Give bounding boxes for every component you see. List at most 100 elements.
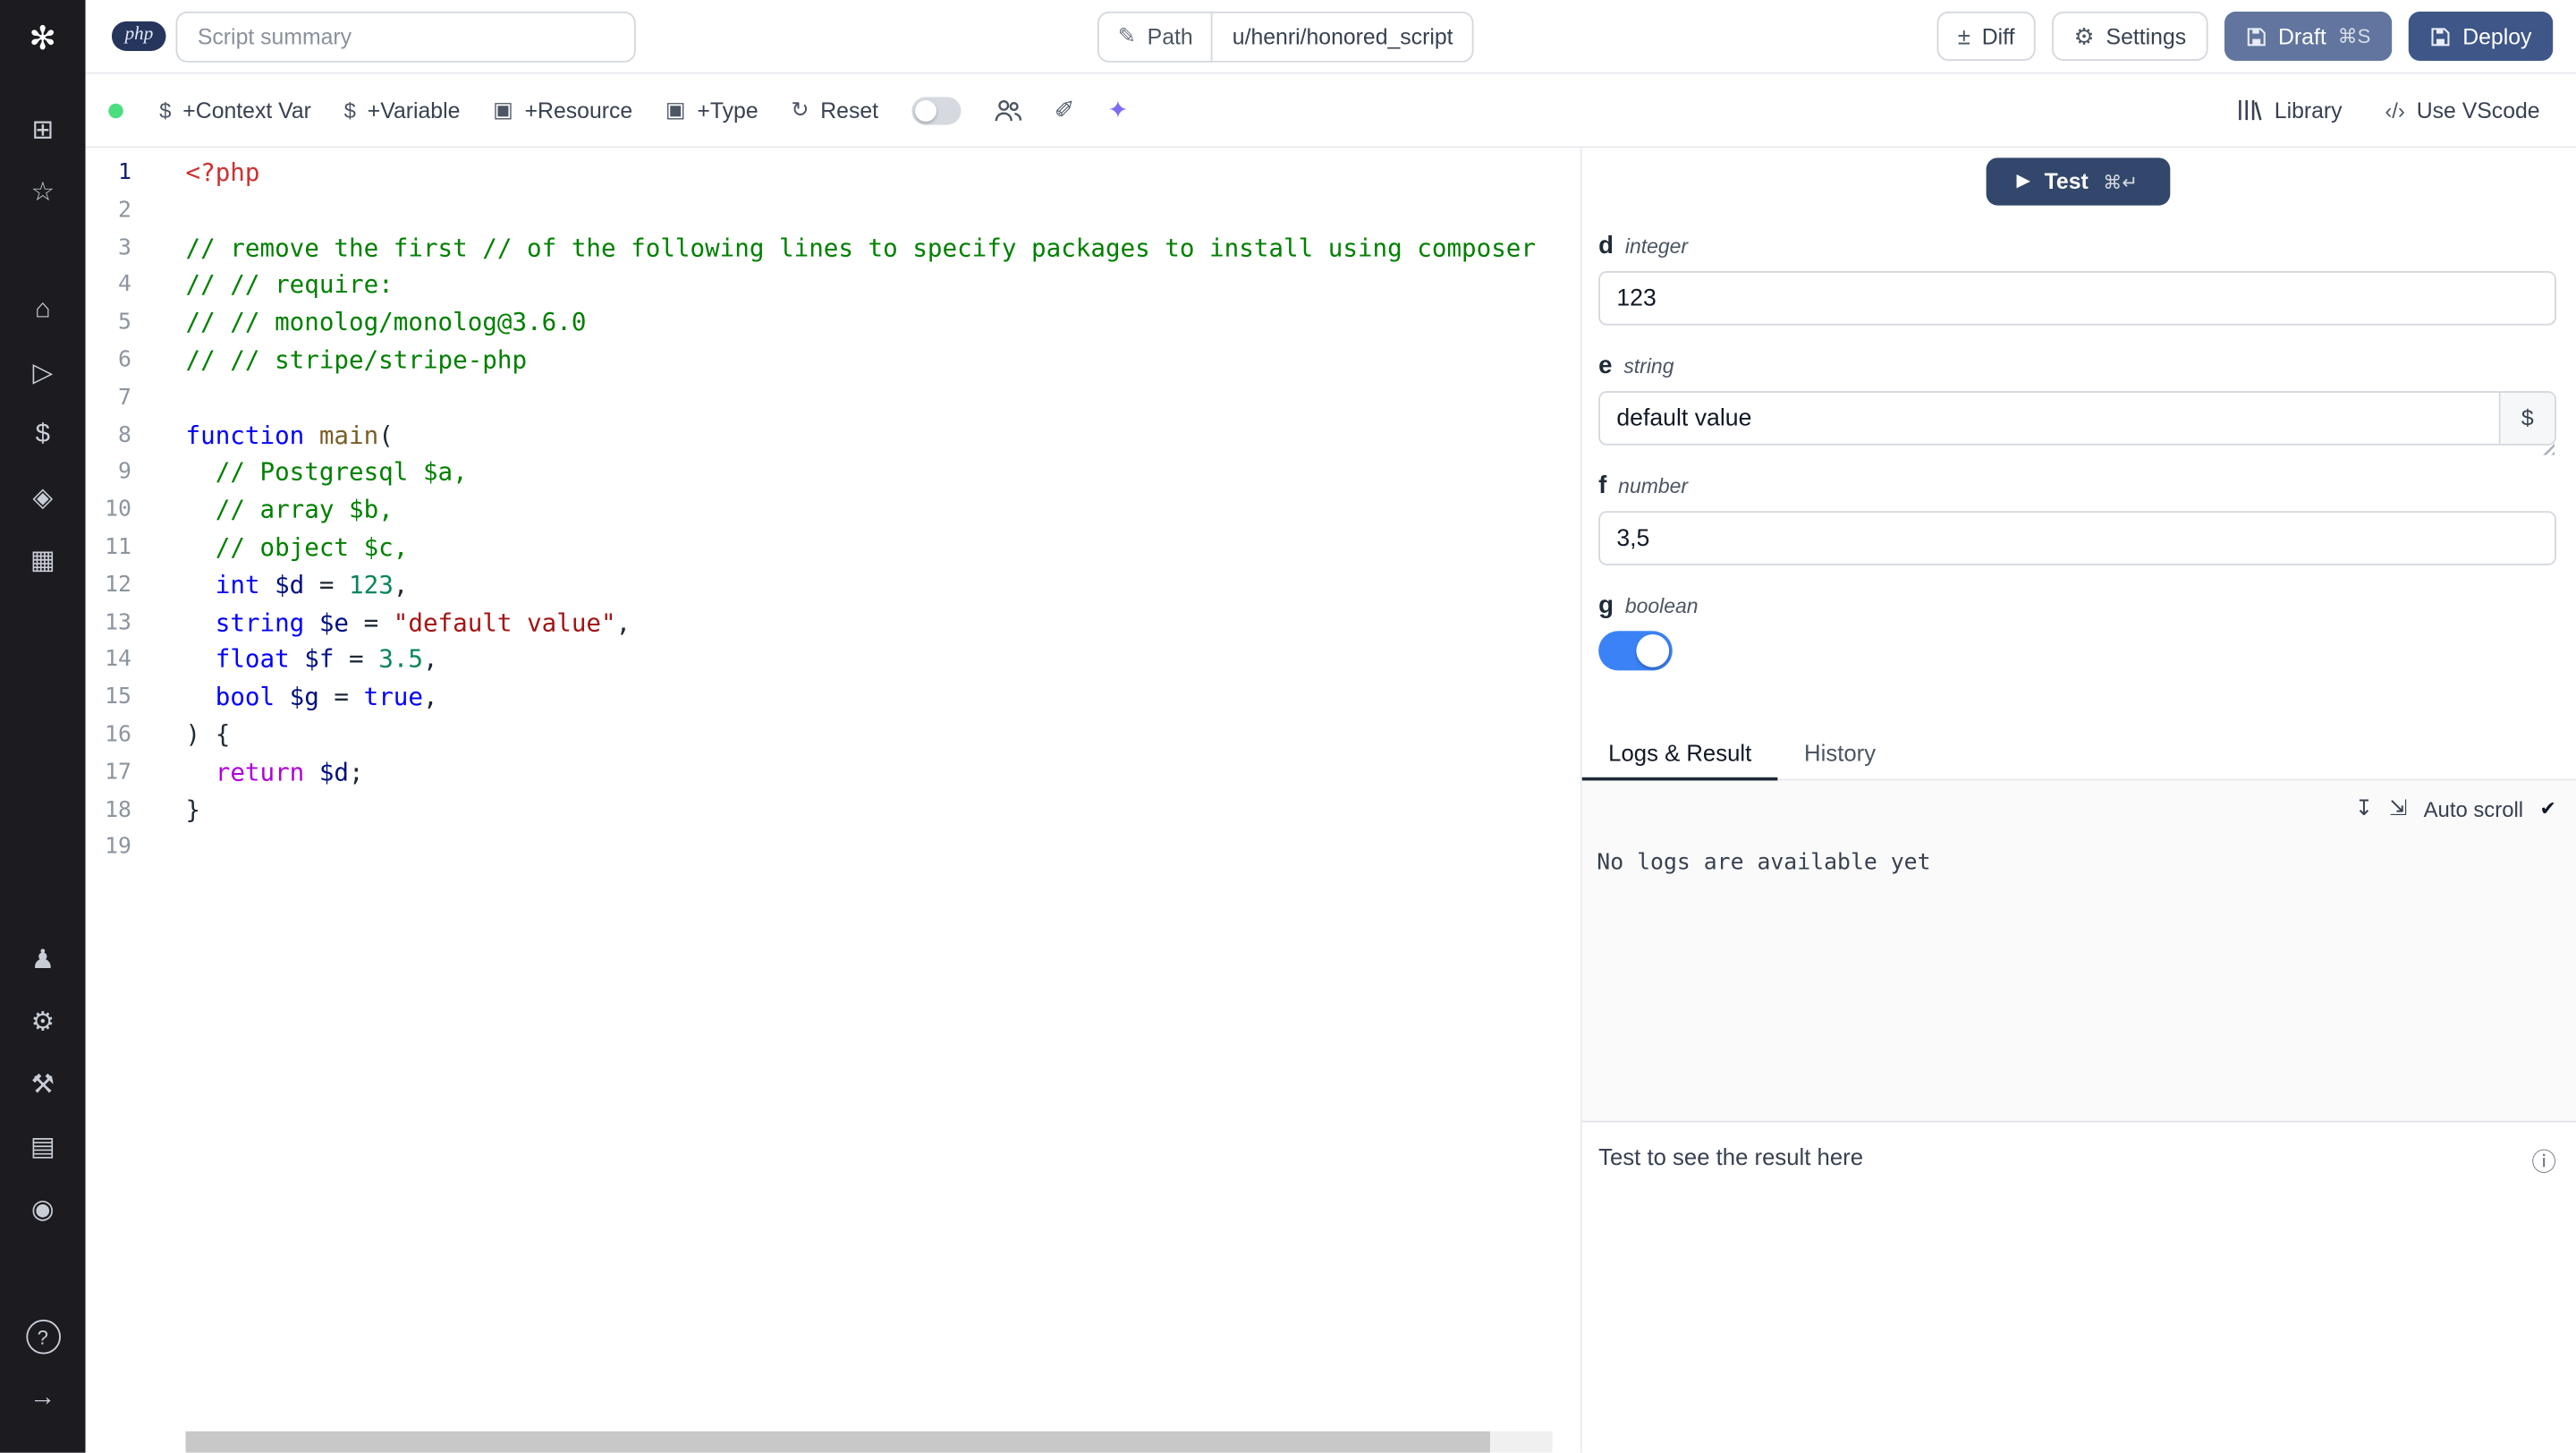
field-name: d xyxy=(1598,231,1614,260)
field-g: g boolean xyxy=(1598,591,2556,671)
path-label: Path xyxy=(1147,23,1193,49)
code-area[interactable]: <?php // remove the first // of the foll… xyxy=(155,148,1553,1452)
script-summary-input[interactable] xyxy=(175,10,637,62)
download-logs-icon[interactable]: ↧ xyxy=(2355,795,2373,821)
vscode-icon: ‹/› xyxy=(2385,98,2405,123)
panel-tabs: Logs & Result History xyxy=(1581,740,2576,781)
sidebar-item-variables-icon[interactable]: $ xyxy=(21,414,64,457)
add-resource-button[interactable]: ▣ +Resource xyxy=(493,97,632,123)
line-number: 13 xyxy=(105,608,131,636)
code-line: // remove the first // of the following … xyxy=(185,233,1537,263)
expand-logs-icon[interactable]: ⇲ xyxy=(2389,795,2407,821)
code-line: // // require: xyxy=(185,269,394,301)
sidebar-item-runs-icon[interactable]: ▷ xyxy=(21,352,64,395)
diff-button[interactable]: ± Diff xyxy=(1936,11,2037,61)
field-type: boolean xyxy=(1624,594,1699,618)
add-variable-button[interactable]: $ +Variable xyxy=(344,98,461,123)
code-line: <?php xyxy=(185,157,260,188)
tab-history[interactable]: History xyxy=(1778,740,1902,781)
format-brush-icon[interactable]: ✐ xyxy=(1055,96,1075,124)
code-line: // // monolog/monolog@3.6.0 xyxy=(185,307,587,337)
line-number: 17 xyxy=(105,759,131,786)
status-dot xyxy=(108,102,123,118)
reset-icon: ↻ xyxy=(791,97,809,122)
edit-path-button[interactable]: ✎ Path xyxy=(1097,10,1213,62)
horizontal-scrollbar[interactable] xyxy=(185,1431,1490,1453)
sidebar-item-favorites-icon[interactable]: ☆ xyxy=(21,171,64,214)
library-button[interactable]: Library xyxy=(2238,98,2343,123)
info-icon[interactable]: ⓘ xyxy=(2531,1143,2556,1178)
sidebar-item-resources-icon[interactable]: ◈ xyxy=(21,477,64,520)
draft-button[interactable]: Draft ⌘S xyxy=(2224,11,2393,61)
script-path-value: u/henri/honored_script xyxy=(1212,10,1475,62)
line-number: 2 xyxy=(117,197,131,224)
users-icon[interactable] xyxy=(994,98,1021,123)
settings-button[interactable]: ⚙ Settings xyxy=(2052,11,2208,61)
line-number: 7 xyxy=(117,384,131,411)
auto-scroll-label: Auto scroll xyxy=(2423,795,2524,821)
code-editor[interactable]: 1 2 3 4 5 6 7 8 9 10 11 12 13 14 15 16 17 18 19 <?php // r… xyxy=(85,148,1553,1453)
sidebar-item-schedules-icon[interactable]: ▦ xyxy=(21,539,64,582)
field-type: number xyxy=(1618,474,1689,498)
field-g-toggle[interactable] xyxy=(1598,631,1673,671)
no-logs-message: No logs are available yet xyxy=(1597,849,1931,876)
test-shortcut: ⌘↵ xyxy=(2103,173,2139,193)
draft-shortcut: ⌘S xyxy=(2337,24,2371,48)
code-line: // // stripe/stripe-php xyxy=(185,344,528,375)
test-button[interactable]: ▶ Test ⌘↵ xyxy=(1985,157,2170,206)
result-section: Test to see the result here ⓘ xyxy=(1581,1120,2576,1453)
sidebar-item-user-icon[interactable]: ♟ xyxy=(21,939,64,981)
line-number: 14 xyxy=(105,646,131,673)
sidebar-item-settings-icon[interactable]: ⚙ xyxy=(21,1001,64,1044)
php-language-badge: php xyxy=(111,21,166,51)
sidebar-item-workers-icon[interactable]: ⚒ xyxy=(21,1063,64,1106)
auto-scroll-checkbox[interactable]: ✔ xyxy=(2539,797,2555,820)
code-line: } xyxy=(185,794,201,825)
sidebar-item-folders-icon[interactable]: ▤ xyxy=(21,1126,64,1168)
line-number: 6 xyxy=(117,346,131,373)
windmill-logo-icon[interactable]: ✻ xyxy=(21,16,64,59)
code-line: // array $b, xyxy=(215,495,394,525)
sidebar-nav: ⊞ ☆ ⌂ ▷ $ ◈ ▦ ♟ ⚙ ⚒ ▤ ◉? → xyxy=(0,98,86,1430)
panel-splitter[interactable] xyxy=(1552,148,1582,1453)
line-number: 8 xyxy=(117,421,131,448)
field-d-input[interactable] xyxy=(1598,271,2556,326)
package-icon: ▣ xyxy=(493,97,513,122)
sidebar-item-audit-logs-icon[interactable]: ◉ xyxy=(21,1188,64,1231)
field-e-input[interactable] xyxy=(1598,391,2556,446)
field-e: e string $ xyxy=(1598,352,2556,455)
ai-sparkles-icon[interactable]: ✦ xyxy=(1107,96,1128,124)
insert-variable-button[interactable]: $ xyxy=(2498,392,2555,444)
app-window: ✻ ⊞ ☆ ⌂ ▷ $ ◈ ▦ ♟ ⚙ ⚒ ▤ ◉? → php ✎ Path u/henri/hono… xyxy=(0,0,2576,1453)
package-icon: ▣ xyxy=(665,97,686,122)
field-f-input[interactable] xyxy=(1598,511,2556,565)
right-panel: ▶ Test ⌘↵ d integer e xyxy=(1581,148,2576,1453)
main-area: php ✎ Path u/henri/honored_script ± Diff… xyxy=(85,0,2576,1453)
horizontal-scrollbar-track xyxy=(185,1431,1553,1453)
line-number: 9 xyxy=(117,459,131,486)
code-line: int $d = 123, xyxy=(215,569,409,599)
save-icon xyxy=(2247,27,2266,46)
mode-toggle[interactable] xyxy=(911,96,961,124)
field-d: d integer xyxy=(1598,232,2556,326)
line-number: 11 xyxy=(105,533,131,561)
code-line: // Postgresql $a, xyxy=(215,457,468,488)
reset-button[interactable]: ↻ Reset xyxy=(791,97,878,123)
code-line: function main( xyxy=(185,420,394,450)
field-type: integer xyxy=(1624,234,1689,259)
line-number: 3 xyxy=(117,234,131,261)
code-line: float $f = 3.5, xyxy=(215,644,438,675)
add-context-var-button[interactable]: $ +Context Var xyxy=(159,98,311,123)
tab-logs-result[interactable]: Logs & Result xyxy=(1581,740,1778,781)
line-number: 16 xyxy=(105,721,131,748)
sidebar-item-apps-icon[interactable]: ⊞ xyxy=(21,108,64,151)
sidebar-item-home-icon[interactable]: ⌂ xyxy=(21,289,64,332)
deploy-button[interactable]: Deploy xyxy=(2408,11,2554,61)
add-type-button[interactable]: ▣ +Type xyxy=(665,97,758,123)
sidebar-item-collapse-sidebar-icon[interactable]: → xyxy=(21,1377,64,1420)
use-vscode-button[interactable]: ‹/› Use VScode xyxy=(2385,98,2539,123)
sidebar-item-help-icon[interactable]: ? xyxy=(25,1319,61,1355)
play-icon: ▶ xyxy=(2016,172,2030,191)
